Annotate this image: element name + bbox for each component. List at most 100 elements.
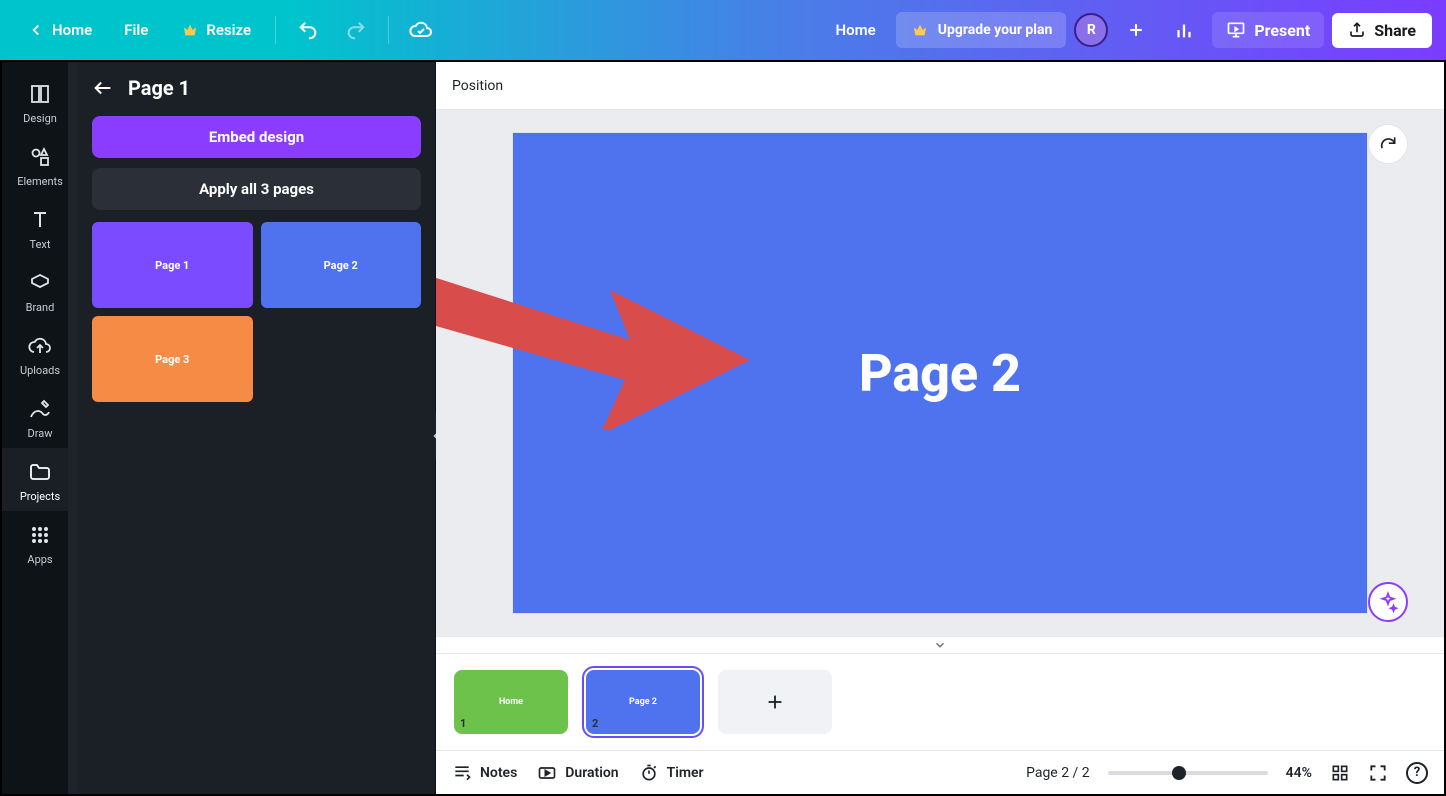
file-menu[interactable]: File (112, 13, 160, 47)
crown-icon (910, 20, 930, 40)
chevron-left-icon (26, 20, 46, 40)
elements-icon (28, 145, 52, 169)
magic-button[interactable] (1368, 582, 1408, 622)
nav-brand[interactable]: Brand (2, 259, 78, 322)
nav-label: Draw (28, 427, 53, 440)
filmstrip-thumb-1[interactable]: Home 1 (454, 670, 568, 734)
refresh-icon (1378, 134, 1398, 154)
share-icon (1348, 21, 1366, 39)
plus-icon (1126, 20, 1146, 40)
add-member-button[interactable] (1116, 10, 1156, 50)
uploads-icon (28, 334, 52, 358)
nav-apps[interactable]: Apps (2, 511, 78, 574)
help-button[interactable]: ? (1406, 762, 1428, 784)
avatar-initial: R (1087, 22, 1096, 38)
fullscreen-button[interactable] (1368, 763, 1388, 783)
present-icon (1226, 20, 1246, 40)
context-toolbar: Position (436, 62, 1444, 110)
duration-button[interactable]: Duration (537, 763, 618, 783)
thumb-label: Page 3 (155, 353, 189, 366)
app-body: Design Elements Text Brand Uploads (0, 60, 1446, 796)
nav-elements[interactable]: Elements (2, 133, 78, 196)
panel-thumb-page1[interactable]: Page 1 (92, 222, 253, 308)
panel-thumb-page2[interactable]: Page 2 (261, 222, 422, 308)
duration-icon (537, 763, 557, 783)
help-label: ? (1414, 765, 1420, 780)
current-slide[interactable]: Page 2 (513, 133, 1367, 613)
nav-label: Design (23, 112, 57, 125)
toolbar-divider (275, 16, 276, 44)
timer-label: Timer (667, 765, 704, 781)
panel-title: Page 1 (128, 76, 190, 100)
nav-scrollbar[interactable] (70, 64, 77, 90)
chevron-down-icon (933, 638, 947, 652)
folder-icon (28, 460, 52, 484)
back-button[interactable] (92, 77, 114, 99)
grid-view-button[interactable] (1330, 763, 1350, 783)
upgrade-button[interactable]: Upgrade your plan (896, 12, 1067, 48)
design-icon (28, 82, 52, 106)
text-icon (28, 208, 52, 232)
redo-icon (345, 19, 367, 41)
duration-label: Duration (565, 765, 618, 781)
toolbar-right-group: Home Upgrade your plan R Present (824, 10, 1433, 50)
share-label: Share (1374, 21, 1416, 40)
embed-design-button[interactable]: Embed design (92, 116, 421, 158)
crown-icon (180, 20, 200, 40)
nav-projects[interactable]: Projects (2, 448, 78, 511)
cloud-sync-button[interactable] (401, 10, 441, 50)
undo-icon (297, 19, 319, 41)
page-indicator[interactable]: Page 2 / 2 (1026, 765, 1090, 781)
upgrade-label: Upgrade your plan (938, 22, 1053, 38)
panel-thumbnail-grid: Page 1 Page 2 Page 3 (92, 222, 421, 402)
zoom-slider-thumb[interactable] (1172, 766, 1186, 780)
sparkle-icon (1377, 591, 1399, 613)
share-button[interactable]: Share (1332, 13, 1432, 48)
cloud-check-icon (409, 18, 433, 42)
add-page-button[interactable] (718, 670, 832, 734)
plus-icon (764, 691, 786, 713)
nav-text[interactable]: Text (2, 196, 78, 259)
timer-button[interactable]: Timer (639, 763, 704, 783)
home-right-button[interactable]: Home (824, 13, 888, 47)
bottom-bar: Notes Duration Timer Page 2 / 2 44% (436, 750, 1444, 794)
bottom-bar-right: Page 2 / 2 44% ? (1026, 762, 1428, 784)
analytics-button[interactable] (1164, 10, 1204, 50)
canvas-viewport[interactable]: Page 2 (436, 110, 1444, 636)
resize-button[interactable]: Resize (168, 12, 263, 48)
apps-grid-icon (28, 523, 52, 547)
top-toolbar: Home File Resize (0, 0, 1446, 60)
nav-uploads[interactable]: Uploads (2, 322, 78, 385)
nav-label: Uploads (20, 364, 60, 377)
nav-design[interactable]: Design (2, 70, 78, 133)
nav-draw[interactable]: Draw (2, 385, 78, 448)
file-label: File (124, 21, 148, 39)
bar-chart-icon (1173, 19, 1195, 41)
notes-button[interactable]: Notes (452, 763, 517, 783)
panel-thumb-page3[interactable]: Page 3 (92, 316, 253, 402)
side-panel: Page 1 Embed design Apply all 3 pages Pa… (78, 62, 436, 794)
zoom-slider[interactable] (1108, 771, 1268, 775)
brand-icon (28, 271, 52, 295)
filmstrip-thumb-2[interactable]: Page 2 2 (586, 670, 700, 734)
filmstrip-toggle[interactable] (436, 636, 1444, 654)
timer-icon (639, 763, 659, 783)
home-label: Home (52, 21, 92, 39)
filmstrip-thumb-index: 1 (460, 717, 466, 730)
undo-button[interactable] (288, 10, 328, 50)
home-right-label: Home (836, 21, 876, 39)
filmstrip-thumb-index: 2 (592, 717, 598, 730)
regenerate-button[interactable] (1368, 124, 1408, 164)
present-button[interactable]: Present (1212, 12, 1324, 48)
user-avatar[interactable]: R (1074, 13, 1108, 47)
present-label: Present (1254, 21, 1310, 40)
notes-label: Notes (480, 765, 517, 781)
nav-label: Elements (17, 175, 63, 188)
home-button[interactable]: Home (14, 12, 104, 48)
filmstrip-thumb-label: Home (499, 697, 523, 707)
apply-all-pages-button[interactable]: Apply all 3 pages (92, 168, 421, 210)
position-button[interactable]: Position (452, 78, 503, 94)
zoom-percentage[interactable]: 44% (1286, 765, 1312, 781)
redo-button[interactable] (336, 10, 376, 50)
notes-icon (452, 763, 472, 783)
